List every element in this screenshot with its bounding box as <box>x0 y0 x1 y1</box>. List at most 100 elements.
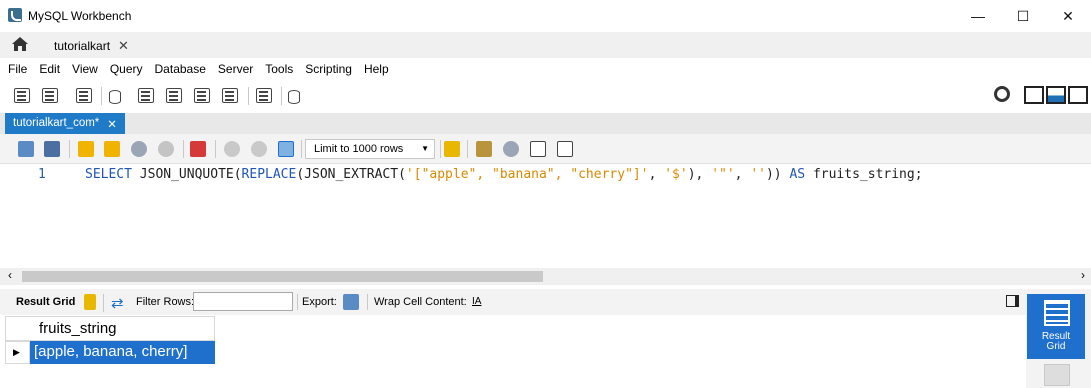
query-tab[interactable]: tutorialkart_com* ✕ <box>5 113 125 134</box>
toolbar-separator <box>297 294 298 310</box>
connection-tab[interactable]: tutorialkart ✕ <box>40 34 143 58</box>
explain-icon[interactable] <box>131 141 147 157</box>
filter-rows-label: Filter Rows: <box>136 296 195 308</box>
grid-icon <box>1044 300 1070 326</box>
minimize-button[interactable]: — <box>955 0 1001 32</box>
scrollbar-thumb[interactable] <box>22 271 543 282</box>
close-query-tab-icon[interactable]: ✕ <box>107 117 117 131</box>
main-toolbar <box>0 80 1091 112</box>
search-table-data-icon[interactable] <box>255 85 275 105</box>
toggle-output-panel-icon[interactable] <box>1046 86 1066 104</box>
inspector-icon[interactable] <box>75 85 95 105</box>
layout-toggle-group <box>1024 86 1088 104</box>
sql-string: '' <box>750 167 766 182</box>
scroll-right-icon[interactable]: › <box>1081 268 1085 282</box>
menu-database[interactable]: Database <box>149 62 212 76</box>
sql-keyword: SELECT <box>85 167 132 182</box>
create-schema-icon[interactable] <box>109 85 129 105</box>
beautify-icon[interactable] <box>476 141 492 157</box>
result-grid-label[interactable]: Result Grid <box>16 296 75 308</box>
column-header-label: fruits_string <box>39 320 117 337</box>
execute-icon[interactable] <box>78 141 94 157</box>
sql-punctuation: , <box>648 167 665 182</box>
result-grid-button[interactable]: Result Grid <box>1027 294 1085 359</box>
sql-alias: fruits_string; <box>805 167 923 182</box>
menu-edit[interactable]: Edit <box>33 62 66 76</box>
menu-query[interactable]: Query <box>104 62 149 76</box>
toolbar-separator <box>69 140 70 158</box>
table-cell[interactable]: [apple, banana, cherry] <box>30 341 215 364</box>
sql-editor[interactable]: 1 SELECT JSON_UNQUOTE(REPLACE(JSON_EXTRA… <box>0 165 1091 268</box>
create-function-icon[interactable] <box>221 85 241 105</box>
toolbar-separator <box>183 140 184 158</box>
home-icon[interactable] <box>11 36 29 52</box>
form-editor-icon[interactable] <box>84 294 96 310</box>
save-icon[interactable] <box>44 141 60 157</box>
settings-gear-icon[interactable] <box>994 86 1010 102</box>
word-wrap-icon[interactable] <box>557 141 573 157</box>
toolbar-separator <box>248 87 249 105</box>
new-sql-tab-icon[interactable] <box>13 85 33 105</box>
scroll-left-icon[interactable]: ‹ <box>8 268 12 282</box>
filter-rows-input[interactable] <box>193 292 293 311</box>
toolbar-separator <box>215 140 216 158</box>
find-replace-icon[interactable] <box>503 141 519 157</box>
wrap-cell-icon[interactable]: IA <box>472 296 481 307</box>
toggle-secondary-sidebar-icon[interactable] <box>1068 86 1088 104</box>
toolbar-separator <box>467 140 468 158</box>
limit-rows-value: Limit to 1000 rows <box>314 143 404 155</box>
create-table-icon[interactable] <box>137 85 157 105</box>
open-sql-script-icon[interactable] <box>41 85 61 105</box>
maximize-button[interactable]: ☐ <box>1000 0 1046 32</box>
sql-function: JSON_UNQUOTE( <box>139 167 242 182</box>
menu-bar: File Edit View Query Database Server Too… <box>0 58 1091 80</box>
export-label: Export: <box>302 296 337 308</box>
menu-server[interactable]: Server <box>212 62 259 76</box>
invisible-characters-icon[interactable] <box>530 141 546 157</box>
menu-scripting[interactable]: Scripting <box>299 62 358 76</box>
toolbar-separator <box>440 140 441 158</box>
menu-view[interactable]: View <box>66 62 104 76</box>
editor-horizontal-scrollbar[interactable]: ‹ › <box>0 268 1091 285</box>
connection-tab-label: tutorialkart <box>54 39 111 53</box>
reconnect-icon[interactable] <box>288 85 308 105</box>
chevron-down-icon: ▼ <box>421 144 429 153</box>
sql-string: '"' <box>711 167 735 182</box>
line-number: 1 <box>38 167 46 182</box>
export-icon[interactable] <box>343 294 359 310</box>
autocommit-toggle-icon[interactable] <box>278 141 294 157</box>
sql-string: '$' <box>664 167 688 182</box>
commit-icon[interactable] <box>224 141 240 157</box>
execute-current-statement-icon[interactable] <box>104 141 120 157</box>
close-tab-icon[interactable]: ✕ <box>118 38 129 54</box>
refresh-icon[interactable]: ⇄ <box>111 294 124 312</box>
menu-file[interactable]: File <box>2 62 33 76</box>
stop-icon[interactable] <box>158 141 174 157</box>
sql-statement[interactable]: SELECT JSON_UNQUOTE(REPLACE(JSON_EXTRACT… <box>85 167 923 182</box>
toggle-panel-icon[interactable] <box>1006 295 1019 307</box>
result-grid-button-label-2: Grid <box>1046 341 1066 352</box>
sql-keyword: REPLACE <box>241 167 297 182</box>
table-row[interactable]: ▶ [apple, banana, cherry] <box>5 341 215 364</box>
toolbar-separator <box>301 140 302 158</box>
sql-punctuation: , <box>734 167 751 182</box>
toggle-continue-on-error-icon[interactable] <box>190 141 206 157</box>
toggle-sidebar-icon[interactable] <box>1024 86 1044 104</box>
form-editor-button[interactable] <box>1044 364 1070 386</box>
menu-tools[interactable]: Tools <box>259 62 299 76</box>
sql-function: (JSON_EXTRACT( <box>296 167 406 182</box>
create-procedure-icon[interactable] <box>193 85 213 105</box>
limit-rows-select[interactable]: Limit to 1000 rows ▼ <box>305 139 435 159</box>
open-file-icon[interactable] <box>18 141 34 157</box>
wrap-cell-label: Wrap Cell Content: <box>374 296 467 308</box>
rollback-icon[interactable] <box>251 141 267 157</box>
add-snippet-icon[interactable] <box>444 141 460 157</box>
close-window-button[interactable]: ✕ <box>1045 0 1091 32</box>
create-view-icon[interactable] <box>165 85 185 105</box>
column-header[interactable]: fruits_string <box>5 316 215 341</box>
result-toolbar: Result Grid ⇄ Filter Rows: Export: Wrap … <box>0 289 1026 315</box>
toolbar-separator <box>103 294 104 312</box>
title-bar: MySQL Workbench — ☐ ✕ <box>0 0 1091 32</box>
toolbar-separator <box>281 87 282 105</box>
menu-help[interactable]: Help <box>358 62 395 76</box>
